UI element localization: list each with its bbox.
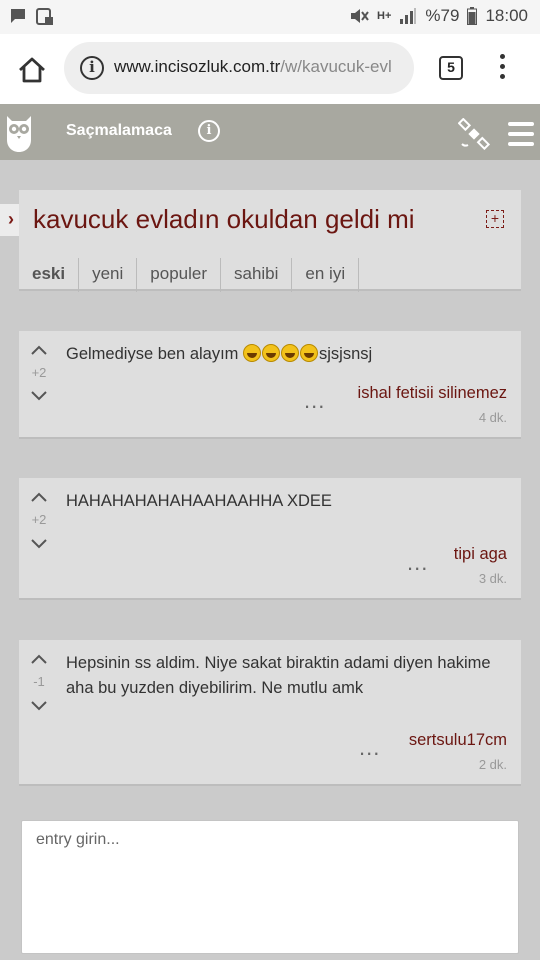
- vote-count: +2: [31, 365, 47, 380]
- entry-author[interactable]: tipi aga: [454, 545, 507, 564]
- laughing-emoji-icon: [281, 344, 300, 362]
- clock: 18:00: [485, 6, 528, 25]
- battery-icon: [467, 7, 478, 25]
- entry-author[interactable]: ishal fetisii silinemez: [358, 384, 507, 403]
- downvote-icon[interactable]: [31, 387, 47, 403]
- entry-time[interactable]: 4 dk.: [479, 410, 507, 425]
- upvote-icon[interactable]: [31, 490, 47, 506]
- sort-tabs: eski yeni populer sahibi en iyi: [19, 258, 360, 292]
- chat-icon: [11, 9, 25, 23]
- topic-card: kavucuk evladın okuldan geldi mi + eski …: [19, 190, 521, 292]
- address-bar[interactable]: i www.incisozluk.com.tr/w/kavucuk-evl: [64, 42, 414, 94]
- downvote-icon[interactable]: [31, 535, 47, 551]
- upvote-icon[interactable]: [31, 343, 47, 359]
- url-domain: www.incisozluk.com.tr: [114, 57, 281, 76]
- entry-time[interactable]: 3 dk.: [479, 571, 507, 586]
- vote-count: -1: [33, 674, 45, 689]
- laughing-emoji-icon: [243, 344, 262, 362]
- info-icon[interactable]: i: [80, 56, 104, 80]
- entry-text-main: Gelmediyse ben alayım: [66, 345, 239, 363]
- screenshot-icon: [36, 8, 53, 25]
- downvote-icon[interactable]: [31, 697, 47, 713]
- signal-icon: [400, 8, 417, 24]
- entry-composer: [21, 820, 519, 954]
- entry-author[interactable]: sertsulu17cm: [409, 731, 507, 750]
- entry-card: -1 Hepsinin ss aldim. Niye sakat birakti…: [19, 640, 521, 786]
- channel-title[interactable]: Saçmalamaca: [66, 122, 172, 140]
- site-header: Saçmalamaca i: [0, 104, 540, 160]
- network-type: H+: [377, 10, 392, 22]
- tab-sahibi[interactable]: sahibi: [221, 258, 293, 292]
- home-icon[interactable]: [16, 54, 48, 86]
- follow-plus-icon[interactable]: +: [486, 210, 504, 228]
- satellite-icon[interactable]: [458, 118, 490, 150]
- chevron-right-icon: ›: [8, 209, 14, 229]
- entry-time[interactable]: 2 dk.: [479, 757, 507, 772]
- browser-toolbar: i www.incisozluk.com.tr/w/kavucuk-evl 5: [0, 34, 540, 104]
- tab-switcher-button[interactable]: 5: [439, 56, 463, 80]
- tab-yeni[interactable]: yeni: [79, 258, 138, 292]
- entry-options-icon[interactable]: ...: [304, 388, 325, 414]
- status-bar: H+ %79 18:00: [0, 0, 540, 34]
- entry-text: Hepsinin ss aldim. Niye sakat biraktin a…: [66, 654, 491, 697]
- tab-populer[interactable]: populer: [137, 258, 221, 292]
- hamburger-menu-icon[interactable]: [508, 122, 534, 148]
- entry-options-icon[interactable]: ...: [359, 735, 380, 761]
- owl-logo-icon[interactable]: [4, 112, 34, 154]
- entry-card: +2 Gelmediyse ben alayım sjsjsnsj ... is…: [19, 331, 521, 439]
- url-text[interactable]: www.incisozluk.com.tr/w/kavucuk-evl: [114, 57, 392, 77]
- entry-text-suffix: sjsjsnsj: [319, 345, 373, 363]
- tab-en-iyi[interactable]: en iyi: [292, 258, 360, 292]
- laughing-emoji-icon: [300, 344, 319, 362]
- topic-title[interactable]: kavucuk evladın okuldan geldi mi: [33, 204, 415, 235]
- entry-text: Gelmediyse ben alayım sjsjsnsj: [66, 342, 511, 367]
- vote-count: +2: [31, 512, 47, 527]
- battery-percent: %79: [425, 6, 460, 25]
- url-path: /w/kavucuk-evl: [280, 57, 392, 76]
- upvote-icon[interactable]: [31, 652, 47, 668]
- more-menu-icon[interactable]: [494, 54, 510, 84]
- entry-text: HAHAHAHAHAHAAHAAHHA XDEE: [66, 492, 332, 510]
- entry-input[interactable]: [22, 821, 518, 953]
- channel-info-icon[interactable]: i: [198, 120, 220, 142]
- laughing-emoji-icon: [262, 344, 281, 362]
- mute-icon: [351, 9, 369, 23]
- tab-eski[interactable]: eski: [19, 258, 80, 292]
- entry-options-icon[interactable]: ...: [407, 550, 428, 576]
- entry-card: +2 HAHAHAHAHAHAAHAAHHA XDEE ... tipi aga…: [19, 478, 521, 600]
